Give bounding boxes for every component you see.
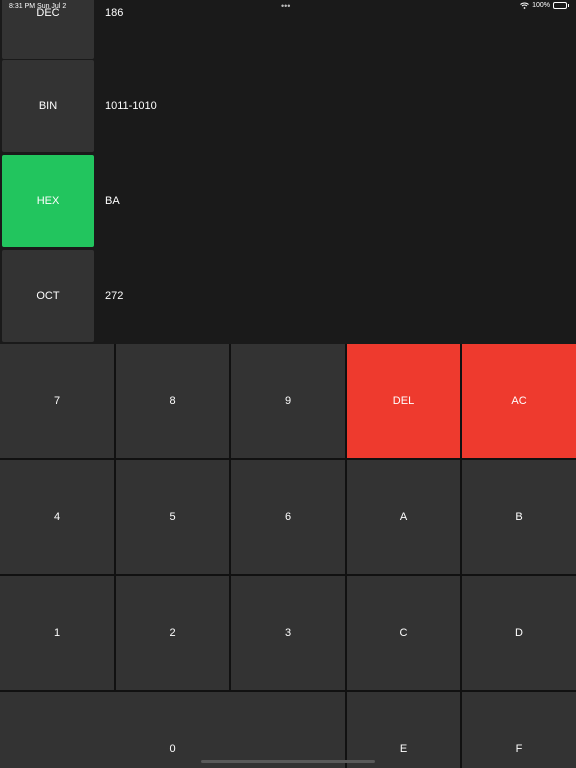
key-1[interactable]: 1 xyxy=(0,576,114,690)
base-row-bin: BIN 1011-1010 xyxy=(0,60,576,152)
key-8[interactable]: 8 xyxy=(116,344,229,458)
status-time-clock: 8:31 PM xyxy=(9,3,36,10)
key-9[interactable]: 9 xyxy=(231,344,345,458)
delete-button[interactable]: DEL xyxy=(347,344,460,458)
key-c[interactable]: C xyxy=(347,576,460,690)
key-4[interactable]: 4 xyxy=(0,460,114,574)
keypad: 7 8 9 DEL AC 4 5 6 A B 1 2 3 C D 0 E F xyxy=(0,344,576,768)
multitasking-dots-icon[interactable]: ••• xyxy=(281,2,290,11)
key-6[interactable]: 6 xyxy=(231,460,345,574)
key-d[interactable]: D xyxy=(462,576,576,690)
key-7[interactable]: 7 xyxy=(0,344,114,458)
status-bar: 8:31 PM Sun Jul 2 ••• 100% xyxy=(0,0,576,14)
key-2[interactable]: 2 xyxy=(116,576,229,690)
base-value-oct: 272 xyxy=(105,290,124,302)
key-5[interactable]: 5 xyxy=(116,460,229,574)
base-row-oct: OCT 272 xyxy=(0,250,576,342)
calculator-screen: DEC 186 BIN 1011-1010 HEX BA OCT 272 8:3… xyxy=(0,0,576,768)
home-indicator[interactable] xyxy=(201,760,375,763)
key-b[interactable]: B xyxy=(462,460,576,574)
key-e[interactable]: E xyxy=(347,692,460,768)
base-button-oct[interactable]: OCT xyxy=(2,250,94,342)
all-clear-button[interactable]: AC xyxy=(462,344,576,458)
status-date: Sun Jul 2 xyxy=(37,3,67,10)
key-0[interactable]: 0 xyxy=(0,692,345,768)
key-f[interactable]: F xyxy=(462,692,576,768)
base-value-bin: 1011-1010 xyxy=(105,100,157,112)
key-a[interactable]: A xyxy=(347,460,460,574)
display-panel: DEC 186 BIN 1011-1010 HEX BA OCT 272 xyxy=(0,0,576,344)
base-button-hex[interactable]: HEX xyxy=(2,155,94,247)
base-value-hex: BA xyxy=(105,195,120,207)
key-3[interactable]: 3 xyxy=(231,576,345,690)
status-right: 100% xyxy=(520,2,569,9)
status-time: 8:31 PM Sun Jul 2 xyxy=(9,3,66,10)
wifi-icon xyxy=(520,2,529,9)
battery-percent: 100% xyxy=(532,2,550,9)
battery-icon xyxy=(553,2,569,9)
base-row-hex: HEX BA xyxy=(0,155,576,247)
base-button-bin[interactable]: BIN xyxy=(2,60,94,152)
